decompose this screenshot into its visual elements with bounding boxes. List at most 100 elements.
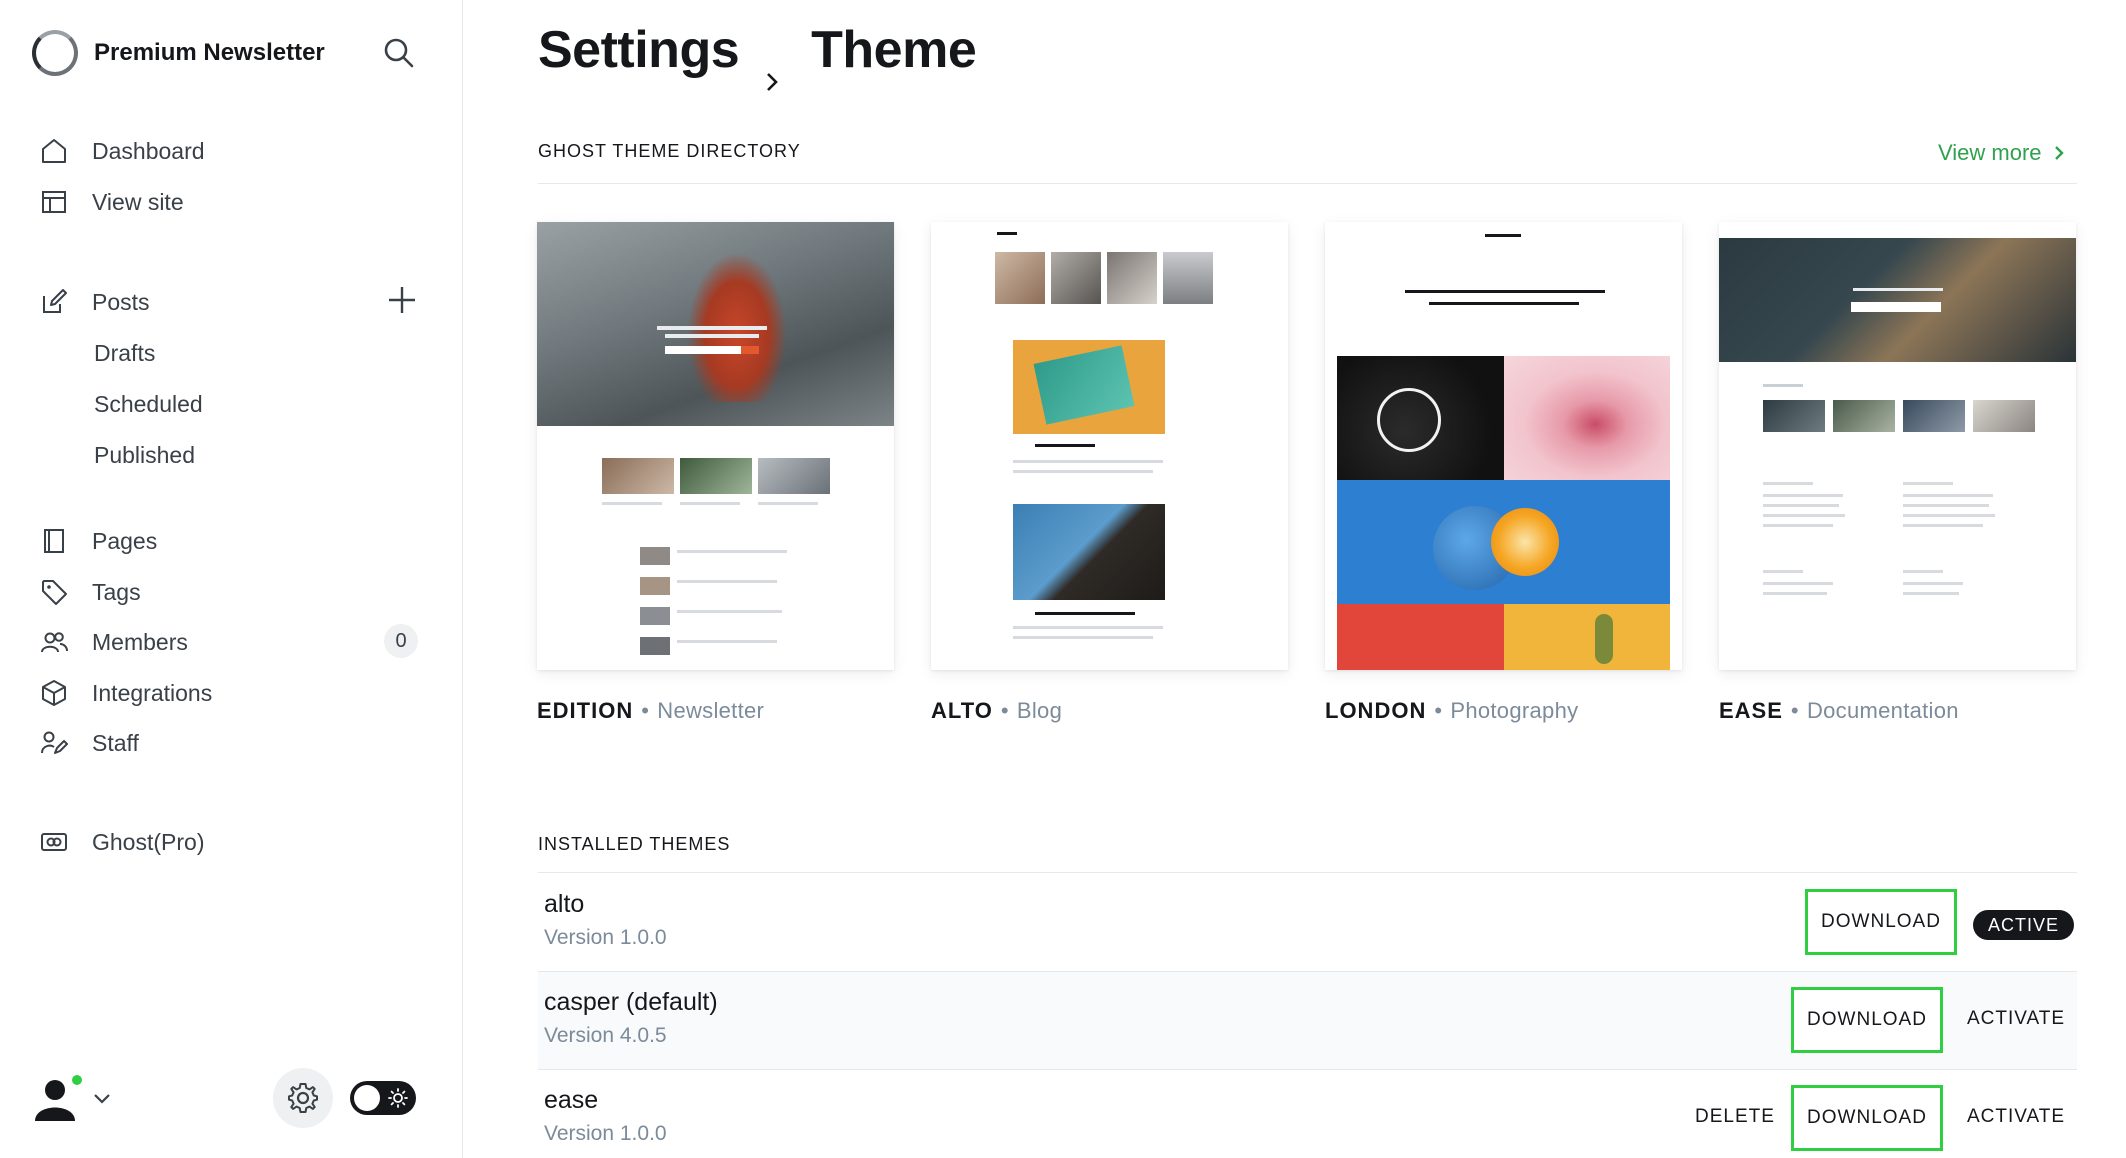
breadcrumb-theme: Theme xyxy=(811,21,977,79)
alto-feature-2 xyxy=(1013,504,1165,600)
nav-dashboard[interactable]: Dashboard xyxy=(40,131,205,171)
page-icon xyxy=(40,527,68,555)
london-tile-cactus xyxy=(1595,614,1613,664)
nav-posts[interactable]: Posts xyxy=(40,282,150,322)
new-post-plus-icon[interactable] xyxy=(386,284,418,316)
theme-name-ease: EASE xyxy=(1719,698,1783,723)
nav-dashboard-label: Dashboard xyxy=(92,137,205,164)
nav-scheduled[interactable]: Scheduled xyxy=(94,391,203,418)
brand-logo xyxy=(32,30,78,76)
nav-drafts[interactable]: Drafts xyxy=(94,340,155,367)
download-button[interactable]: DOWNLOAD xyxy=(1791,987,1943,1053)
ease-thumb-4 xyxy=(1973,400,2035,432)
search-icon[interactable] xyxy=(382,36,416,70)
separator-dot: • xyxy=(1000,698,1009,723)
chevron-right-icon xyxy=(761,46,783,91)
nav-posts-label: Posts xyxy=(92,288,150,315)
edition-list-thumb-4 xyxy=(640,637,670,655)
download-button[interactable]: DOWNLOAD xyxy=(1791,1085,1943,1151)
nav-view-site-label: View site xyxy=(92,188,184,215)
user-menu[interactable] xyxy=(30,1073,112,1123)
ghost-pro-icon xyxy=(40,828,68,856)
download-button[interactable]: DOWNLOAD xyxy=(1805,889,1957,955)
edition-thumb-1 xyxy=(602,458,674,494)
theme-card-london[interactable] xyxy=(1325,222,1682,670)
edition-list-thumb-2 xyxy=(640,577,670,595)
theme-directory-heading-text: GHOST THEME DIRECTORY xyxy=(538,141,801,161)
view-more-link[interactable]: View more xyxy=(1938,140,2066,166)
page-title: Settings Theme xyxy=(538,18,977,91)
theme-label-ease: EASE • Documentation xyxy=(1719,698,1959,724)
theme-card-ease[interactable] xyxy=(1719,222,2076,670)
avatar xyxy=(30,1073,84,1123)
theme-card-alto[interactable] xyxy=(931,222,1288,670)
separator-dot: • xyxy=(1790,698,1799,723)
theme-directory-heading: GHOST THEME DIRECTORY xyxy=(538,141,2077,184)
alto-grid-4 xyxy=(1163,252,1213,304)
brand-name: Premium Newsletter xyxy=(94,39,325,66)
theme-card-edition[interactable] xyxy=(537,222,894,670)
separator-dot: • xyxy=(1434,698,1443,723)
breadcrumb-settings[interactable]: Settings xyxy=(538,20,740,80)
nav-members[interactable]: Members xyxy=(40,622,188,662)
theme-category-ease: Documentation xyxy=(1806,698,1959,723)
active-badge: ACTIVE xyxy=(1973,910,2075,940)
alto-grid-3 xyxy=(1107,252,1157,304)
nav-view-site[interactable]: View site xyxy=(40,182,184,222)
installed-theme-row-casper: casper (default) Version 4.0.5 DOWNLOAD … xyxy=(538,972,2077,1070)
theme-row-version: Version 4.0.5 xyxy=(544,1024,667,1047)
activate-button[interactable]: ACTIVATE xyxy=(1967,1008,2065,1030)
members-count-badge: 0 xyxy=(384,624,418,658)
theme-row-name: ease xyxy=(544,1086,599,1114)
separator-dot: • xyxy=(641,698,650,723)
nav-pages-label: Pages xyxy=(92,527,158,554)
online-status-dot xyxy=(70,1073,84,1087)
theme-category-alto: Blog xyxy=(1016,698,1063,723)
ease-thumb-3 xyxy=(1903,400,1965,432)
nav-members-label: Members xyxy=(92,628,188,655)
edition-hero-text-2 xyxy=(665,334,759,338)
installed-themes-heading: INSTALLED THEMES xyxy=(538,834,2077,873)
staff-icon xyxy=(40,729,68,757)
theme-name-london: LONDON xyxy=(1325,698,1427,723)
sidebar: Premium Newsletter Dashboard View site P… xyxy=(0,0,463,1158)
theme-row-version: Version 1.0.0 xyxy=(544,926,667,949)
home-icon xyxy=(40,137,68,165)
settings-gear-icon[interactable] xyxy=(273,1068,333,1128)
nav-staff-label: Staff xyxy=(92,729,139,756)
theme-label-alto: ALTO • Blog xyxy=(931,698,1062,724)
theme-category-london: Photography xyxy=(1450,698,1579,723)
nav-pages[interactable]: Pages xyxy=(40,521,157,561)
theme-row-name: alto xyxy=(544,890,585,918)
nav-integrations[interactable]: Integrations xyxy=(40,673,212,713)
dark-mode-toggle[interactable] xyxy=(350,1081,416,1115)
london-tile-orange xyxy=(1491,508,1559,576)
edition-list-thumb-1 xyxy=(640,547,670,565)
tag-icon xyxy=(40,578,68,606)
theme-row-name: casper (default) xyxy=(544,988,718,1016)
nav-ghost-pro[interactable]: Ghost(Pro) xyxy=(40,822,204,862)
edition-list-thumb-3 xyxy=(640,607,670,625)
chevron-right-icon xyxy=(2054,146,2064,160)
theme-label-london: LONDON • Photography xyxy=(1325,698,1578,724)
alto-grid-2 xyxy=(1051,252,1101,304)
nav-ghost-pro-label: Ghost(Pro) xyxy=(92,828,205,855)
edit-icon xyxy=(40,288,68,316)
toggle-knob xyxy=(354,1085,380,1111)
brand[interactable]: Premium Newsletter xyxy=(32,30,325,76)
nav-published[interactable]: Published xyxy=(94,442,195,469)
sun-icon xyxy=(388,1088,408,1108)
nav-integrations-label: Integrations xyxy=(92,679,213,706)
nav-staff[interactable]: Staff xyxy=(40,723,139,763)
theme-category-edition: Newsletter xyxy=(657,698,765,723)
nav-tags[interactable]: Tags xyxy=(40,572,141,612)
edition-hero-text xyxy=(657,326,767,330)
edition-thumb-2 xyxy=(680,458,752,494)
activate-button[interactable]: ACTIVATE xyxy=(1967,1106,2065,1128)
ease-hero-search xyxy=(1851,302,1941,312)
delete-button[interactable]: DELETE xyxy=(1695,1106,1775,1128)
ease-thumb-2 xyxy=(1833,400,1895,432)
london-tile-pink xyxy=(1504,356,1670,480)
installed-theme-row-alto: alto Version 1.0.0 DOWNLOAD ACTIVE xyxy=(538,874,2077,972)
london-tile-circle xyxy=(1377,388,1441,452)
